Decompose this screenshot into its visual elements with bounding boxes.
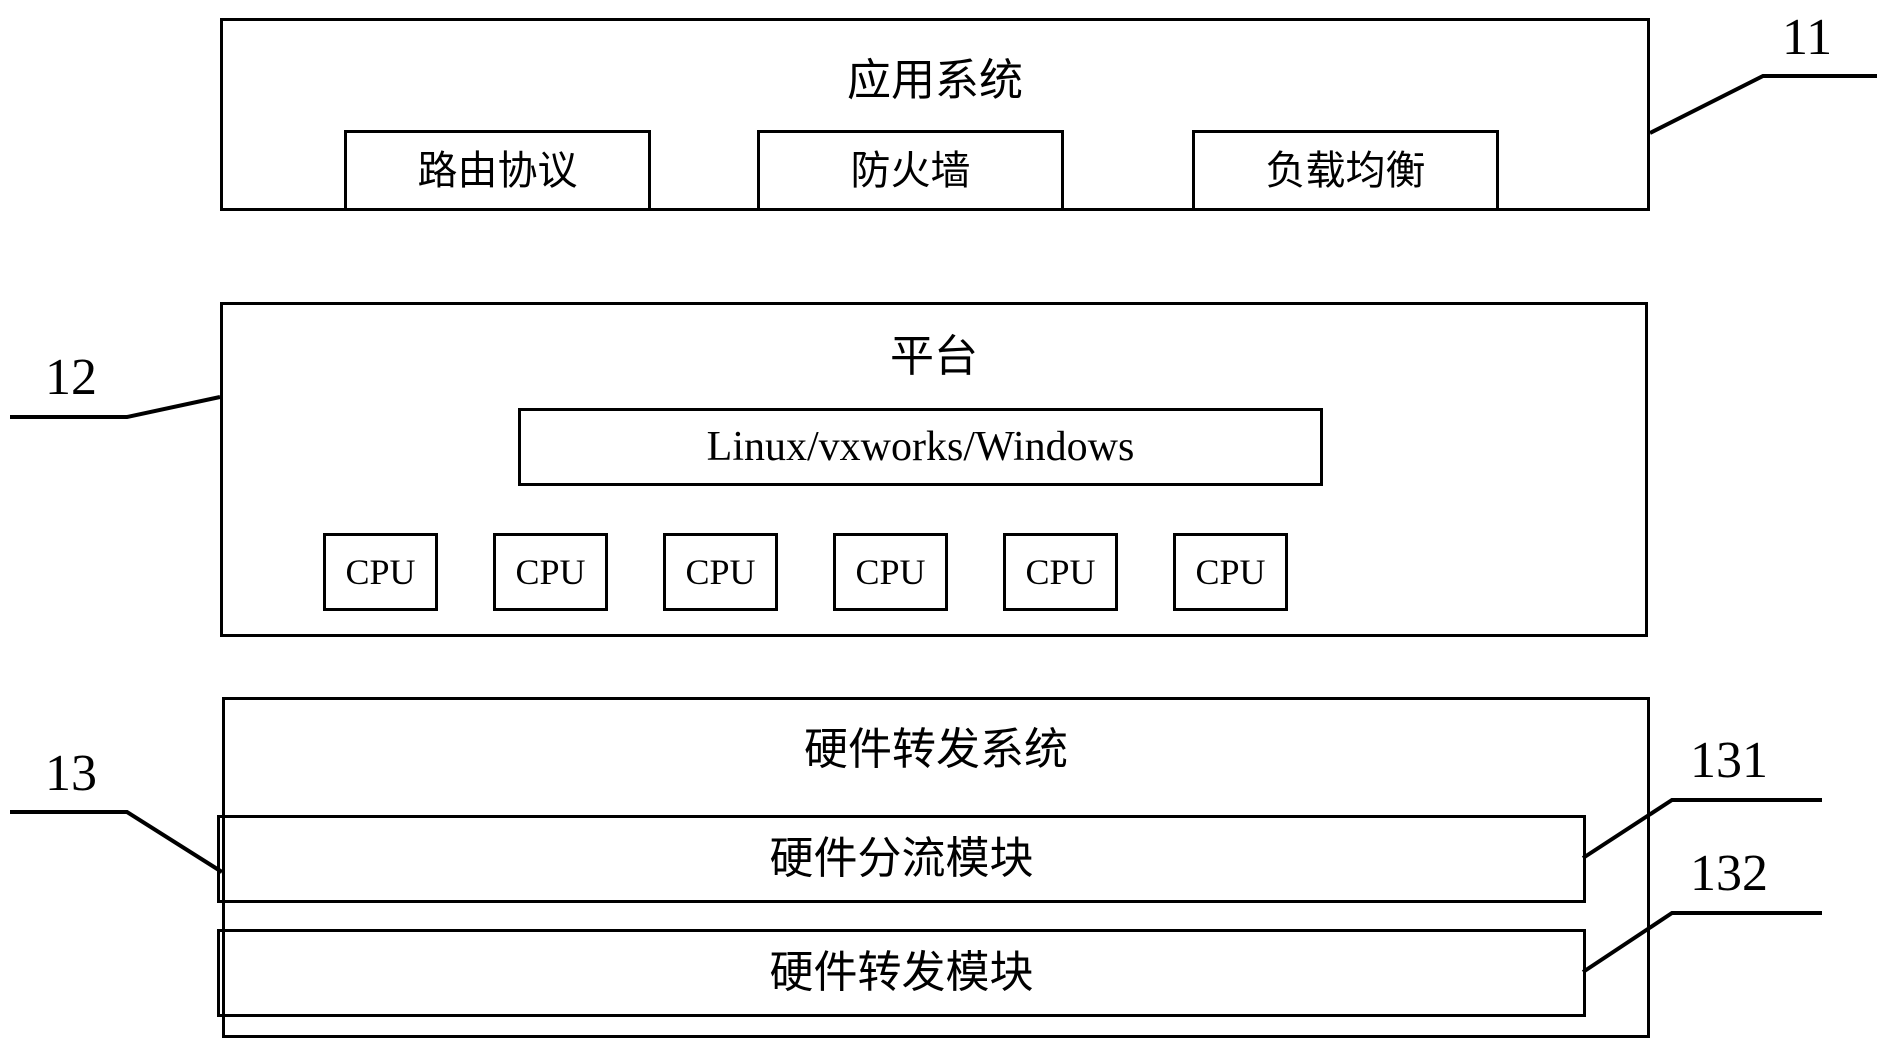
- cpu-box-3[interactable]: CPU: [663, 533, 778, 611]
- hardware-forwarding-module-label: 硬件转发模块: [769, 948, 1034, 997]
- cpu-box-1-label: CPU: [345, 552, 416, 592]
- cpu-box-4[interactable]: CPU: [833, 533, 948, 611]
- operating-system-label: Linux/vxworks/Windows: [706, 424, 1135, 470]
- hardware-forwarding-system-title: 硬件转发系统: [804, 725, 1068, 774]
- cpu-box-5[interactable]: CPU: [1003, 533, 1118, 611]
- leader-line-12: [10, 395, 221, 419]
- cpu-box-5-label: CPU: [1025, 552, 1096, 592]
- cpu-box-1[interactable]: CPU: [323, 533, 438, 611]
- reference-numeral-11: 11: [1782, 9, 1833, 66]
- module-load-balancing-label: 负载均衡: [1265, 147, 1426, 193]
- cpu-box-6-label: CPU: [1195, 552, 1266, 592]
- cpu-box-2[interactable]: CPU: [493, 533, 608, 611]
- hardware-offload-module-label: 硬件分流模块: [769, 834, 1034, 883]
- module-load-balancing[interactable]: 负载均衡: [1192, 130, 1499, 211]
- diagram-canvas: 应用系统 路由协议 防火墙 负载均衡 11 平台 Linux/vxworks/W…: [0, 0, 1877, 1056]
- hardware-forwarding-system-box[interactable]: 硬件转发系统 硬件分流模块 硬件转发模块: [217, 697, 1650, 1038]
- module-routing-protocol-label: 路由协议: [417, 147, 578, 193]
- leader-line-13: [10, 810, 224, 874]
- reference-numeral-131: 131: [1690, 732, 1768, 789]
- hardware-offload-module-box[interactable]: 硬件分流模块: [217, 815, 1586, 903]
- hardware-forwarding-module-box[interactable]: 硬件转发模块: [217, 929, 1586, 1017]
- cpu-box-6[interactable]: CPU: [1173, 533, 1288, 611]
- operating-system-box[interactable]: Linux/vxworks/Windows: [518, 408, 1323, 486]
- reference-numeral-132: 132: [1690, 845, 1768, 902]
- platform-box[interactable]: 平台 Linux/vxworks/Windows CPU CPU CPU CPU…: [220, 302, 1648, 637]
- module-firewall-label: 防火墙: [850, 147, 971, 193]
- application-system-box[interactable]: 应用系统 路由协议 防火墙 负载均衡: [220, 18, 1650, 211]
- module-routing-protocol[interactable]: 路由协议: [344, 130, 651, 211]
- cpu-box-4-label: CPU: [855, 552, 926, 592]
- application-system-title: 应用系统: [847, 56, 1023, 105]
- cpu-box-2-label: CPU: [515, 552, 586, 592]
- reference-numeral-13: 13: [45, 745, 97, 802]
- platform-title: 平台: [890, 332, 978, 381]
- cpu-box-3-label: CPU: [685, 552, 756, 592]
- reference-numeral-12: 12: [45, 349, 97, 406]
- leader-line-11: [1649, 74, 1877, 135]
- module-firewall[interactable]: 防火墙: [757, 130, 1064, 211]
